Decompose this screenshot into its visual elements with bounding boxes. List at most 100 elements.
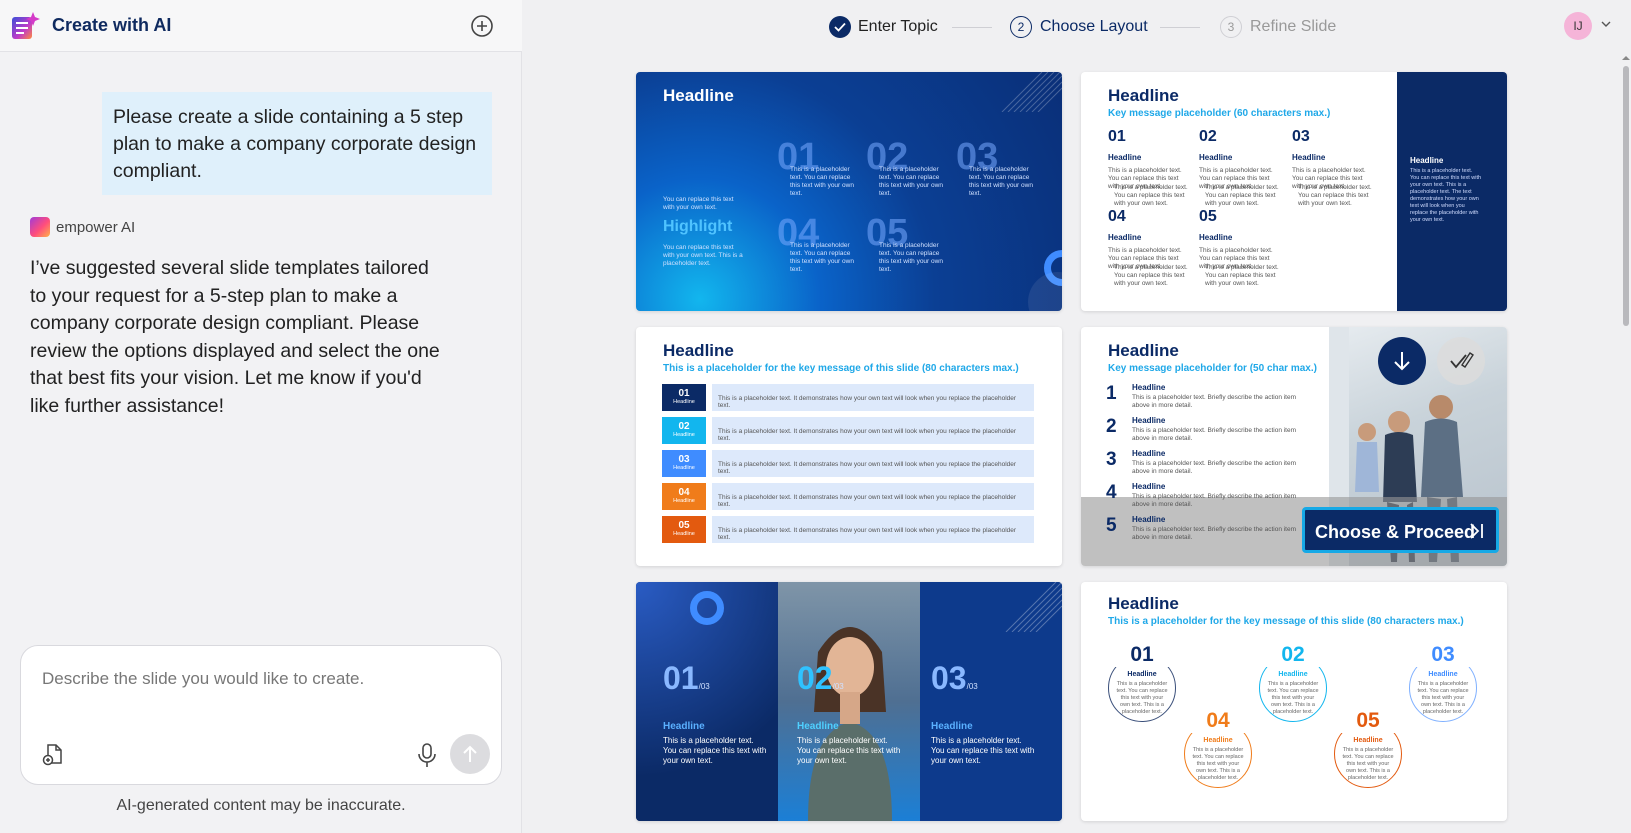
- card5-total: /03: [698, 682, 710, 691]
- prompt-input[interactable]: [42, 664, 482, 694]
- card3-row-num-text: 05: [678, 520, 690, 531]
- skip-forward-icon: [1470, 523, 1483, 539]
- card6-step-headline: Headline: [1203, 737, 1233, 744]
- card6-step-number: 05: [1338, 709, 1398, 733]
- template-card-3[interactable]: Headline This is a placeholder for the k…: [636, 327, 1062, 566]
- card2-step-number: 01: [1108, 128, 1126, 145]
- card4-step-text: This is a placeholder text. Briefly desc…: [1132, 394, 1297, 409]
- card2-bullet: This is a placeholder text.: [1205, 264, 1279, 271]
- card3-row-text: This is a placeholder text. It demonstra…: [712, 417, 1034, 444]
- card5-headline: Headline: [797, 721, 839, 732]
- card3-row-number: 05 Headline: [662, 516, 706, 543]
- card2-headline: Headline: [1108, 86, 1179, 105]
- pencil-check-icon: [1450, 352, 1474, 369]
- card6-step-headline: Headline: [1353, 737, 1383, 744]
- card5-num: 02: [797, 660, 833, 696]
- card4-step-number: 1: [1106, 383, 1117, 404]
- template-card-1[interactable]: Headline 01 02 03 04 05 This is a placeh…: [636, 72, 1062, 311]
- stripe-decoration-icon: [1005, 582, 1062, 632]
- card6-step-number: 02: [1263, 643, 1323, 667]
- card4-step-text: This is a placeholder text. Briefly desc…: [1132, 460, 1297, 475]
- microphone-icon[interactable]: [415, 742, 439, 768]
- stripe-decoration-icon: [1001, 72, 1062, 112]
- template-card-6[interactable]: Headline This is a placeholder for the k…: [1081, 582, 1507, 821]
- disclaimer-text: AI-generated content may be inaccurate.: [116, 797, 406, 814]
- scrollbar-thumb[interactable]: [1623, 66, 1629, 326]
- card1-text: This is a placeholder text. You can repl…: [790, 242, 854, 273]
- card4-step-headline: Headline: [1132, 383, 1166, 392]
- card1-text: This is a placeholder text. You can repl…: [969, 166, 1033, 197]
- choose-proceed-button[interactable]: Choose & Proceed: [1302, 507, 1499, 553]
- user-avatar[interactable]: IJ: [1564, 12, 1592, 40]
- card6-subheadline: This is a placeholder for the key messag…: [1108, 616, 1464, 627]
- card5-step-number: 03/03: [931, 660, 978, 697]
- card3-row-label: Headline: [673, 531, 695, 537]
- new-chat-icon[interactable]: [470, 14, 494, 38]
- card4-step-text: This is a placeholder text. Briefly desc…: [1132, 427, 1297, 442]
- card6-step-headline: Headline: [1428, 671, 1458, 678]
- card3-row-num-text: 01: [678, 388, 690, 399]
- card1-left-text: You can replace this text with your own …: [663, 196, 734, 211]
- card6-step-text: This is a placeholder text. You can repl…: [1417, 681, 1469, 715]
- card2-bullet: This is a placeholder text.: [1114, 184, 1188, 191]
- card5-num: 01: [663, 660, 699, 696]
- card2-step-number: 03: [1292, 128, 1310, 145]
- card4-step-number: 3: [1106, 449, 1117, 470]
- template-card-4[interactable]: Headline Key message placeholder for (50…: [1081, 327, 1507, 566]
- refine-button[interactable]: [1437, 337, 1485, 385]
- card3-row-label: Headline: [673, 399, 695, 405]
- card5-headline: Headline: [663, 721, 705, 732]
- chat-panel: Create with AI Please create a slide con…: [0, 0, 522, 833]
- arrow-down-icon: [1394, 352, 1410, 371]
- card5-step-number: 02/03: [797, 660, 844, 697]
- scrollbar[interactable]: [1620, 52, 1631, 833]
- card6-headline: Headline: [1108, 594, 1179, 613]
- create-ai-logo-icon: [12, 12, 40, 39]
- card2-step-headline: Headline: [1292, 153, 1326, 162]
- card2-subheadline: Key message placeholder (60 characters m…: [1108, 108, 1331, 119]
- card4-step-text: This is a placeholder text. Briefly desc…: [1132, 526, 1297, 541]
- send-button[interactable]: [450, 734, 490, 774]
- card3-subheadline: This is a placeholder for the key messag…: [663, 363, 1019, 374]
- card2-bullet: You can replace this text with your own …: [1205, 272, 1276, 287]
- card6-step-headline: Headline: [1278, 671, 1308, 678]
- card2-step-headline: Headline: [1199, 153, 1233, 162]
- card1-left-text: You can replace this text with your own …: [663, 244, 743, 267]
- card6-circle: 02 Headline This is a placeholder text. Yo…: [1259, 643, 1327, 722]
- card2-side-panel: Headline This is a placeholder text. You…: [1397, 72, 1507, 311]
- arrow-up-icon: [463, 745, 477, 762]
- card6-step-number: 03: [1413, 643, 1473, 667]
- card2-bullet: You can replace this text with your own …: [1205, 192, 1276, 207]
- card1-highlight: Highlight: [663, 218, 733, 235]
- card4-step-number: 4: [1106, 482, 1117, 503]
- card5-text: This is a placeholder text. You can repl…: [663, 736, 767, 765]
- card3-row-number: 01 Headline: [662, 384, 706, 411]
- card4-step-headline: Headline: [1132, 449, 1166, 458]
- template-card-2[interactable]: Headline Key message placeholder (60 cha…: [1081, 72, 1507, 311]
- card1-headline: Headline: [663, 86, 734, 105]
- step-1-check-icon: [829, 16, 851, 38]
- step-1-label: Enter Topic: [858, 18, 938, 35]
- ai-message: I’ve suggested several slide templates t…: [30, 257, 440, 417]
- card1-text: This is a placeholder text. You can repl…: [879, 242, 943, 273]
- card5-headline: Headline: [931, 721, 973, 732]
- card5-step-number: 01/03: [663, 660, 710, 697]
- step-2-number: 2: [1010, 16, 1032, 38]
- card3-row-number: 03 Headline: [662, 450, 706, 477]
- ai-avatar-icon: [30, 217, 50, 237]
- card2-bullet: You can replace this text with your own …: [1114, 192, 1185, 207]
- step-3-number: 3: [1220, 16, 1242, 38]
- card6-step-text: This is a placeholder text. You can repl…: [1116, 681, 1168, 715]
- card2-step-headline: Headline: [1108, 233, 1142, 242]
- card5-total: /03: [832, 682, 844, 691]
- card2-bullet: This is a placeholder text.: [1298, 184, 1372, 191]
- scroll-up-icon[interactable]: [1621, 54, 1631, 62]
- attach-file-icon[interactable]: [41, 742, 65, 766]
- card2-bullet: This is a placeholder text.: [1114, 264, 1188, 271]
- step-divider: [952, 27, 992, 28]
- template-card-5[interactable]: 01/03 Headline This is a placeholder text.…: [636, 582, 1062, 821]
- card3-row-text: This is a placeholder text. It demonstra…: [712, 516, 1034, 543]
- card3-row-text: This is a placeholder text. It demonstra…: [712, 450, 1034, 477]
- download-button[interactable]: [1378, 337, 1426, 385]
- chevron-down-icon[interactable]: [1600, 18, 1612, 30]
